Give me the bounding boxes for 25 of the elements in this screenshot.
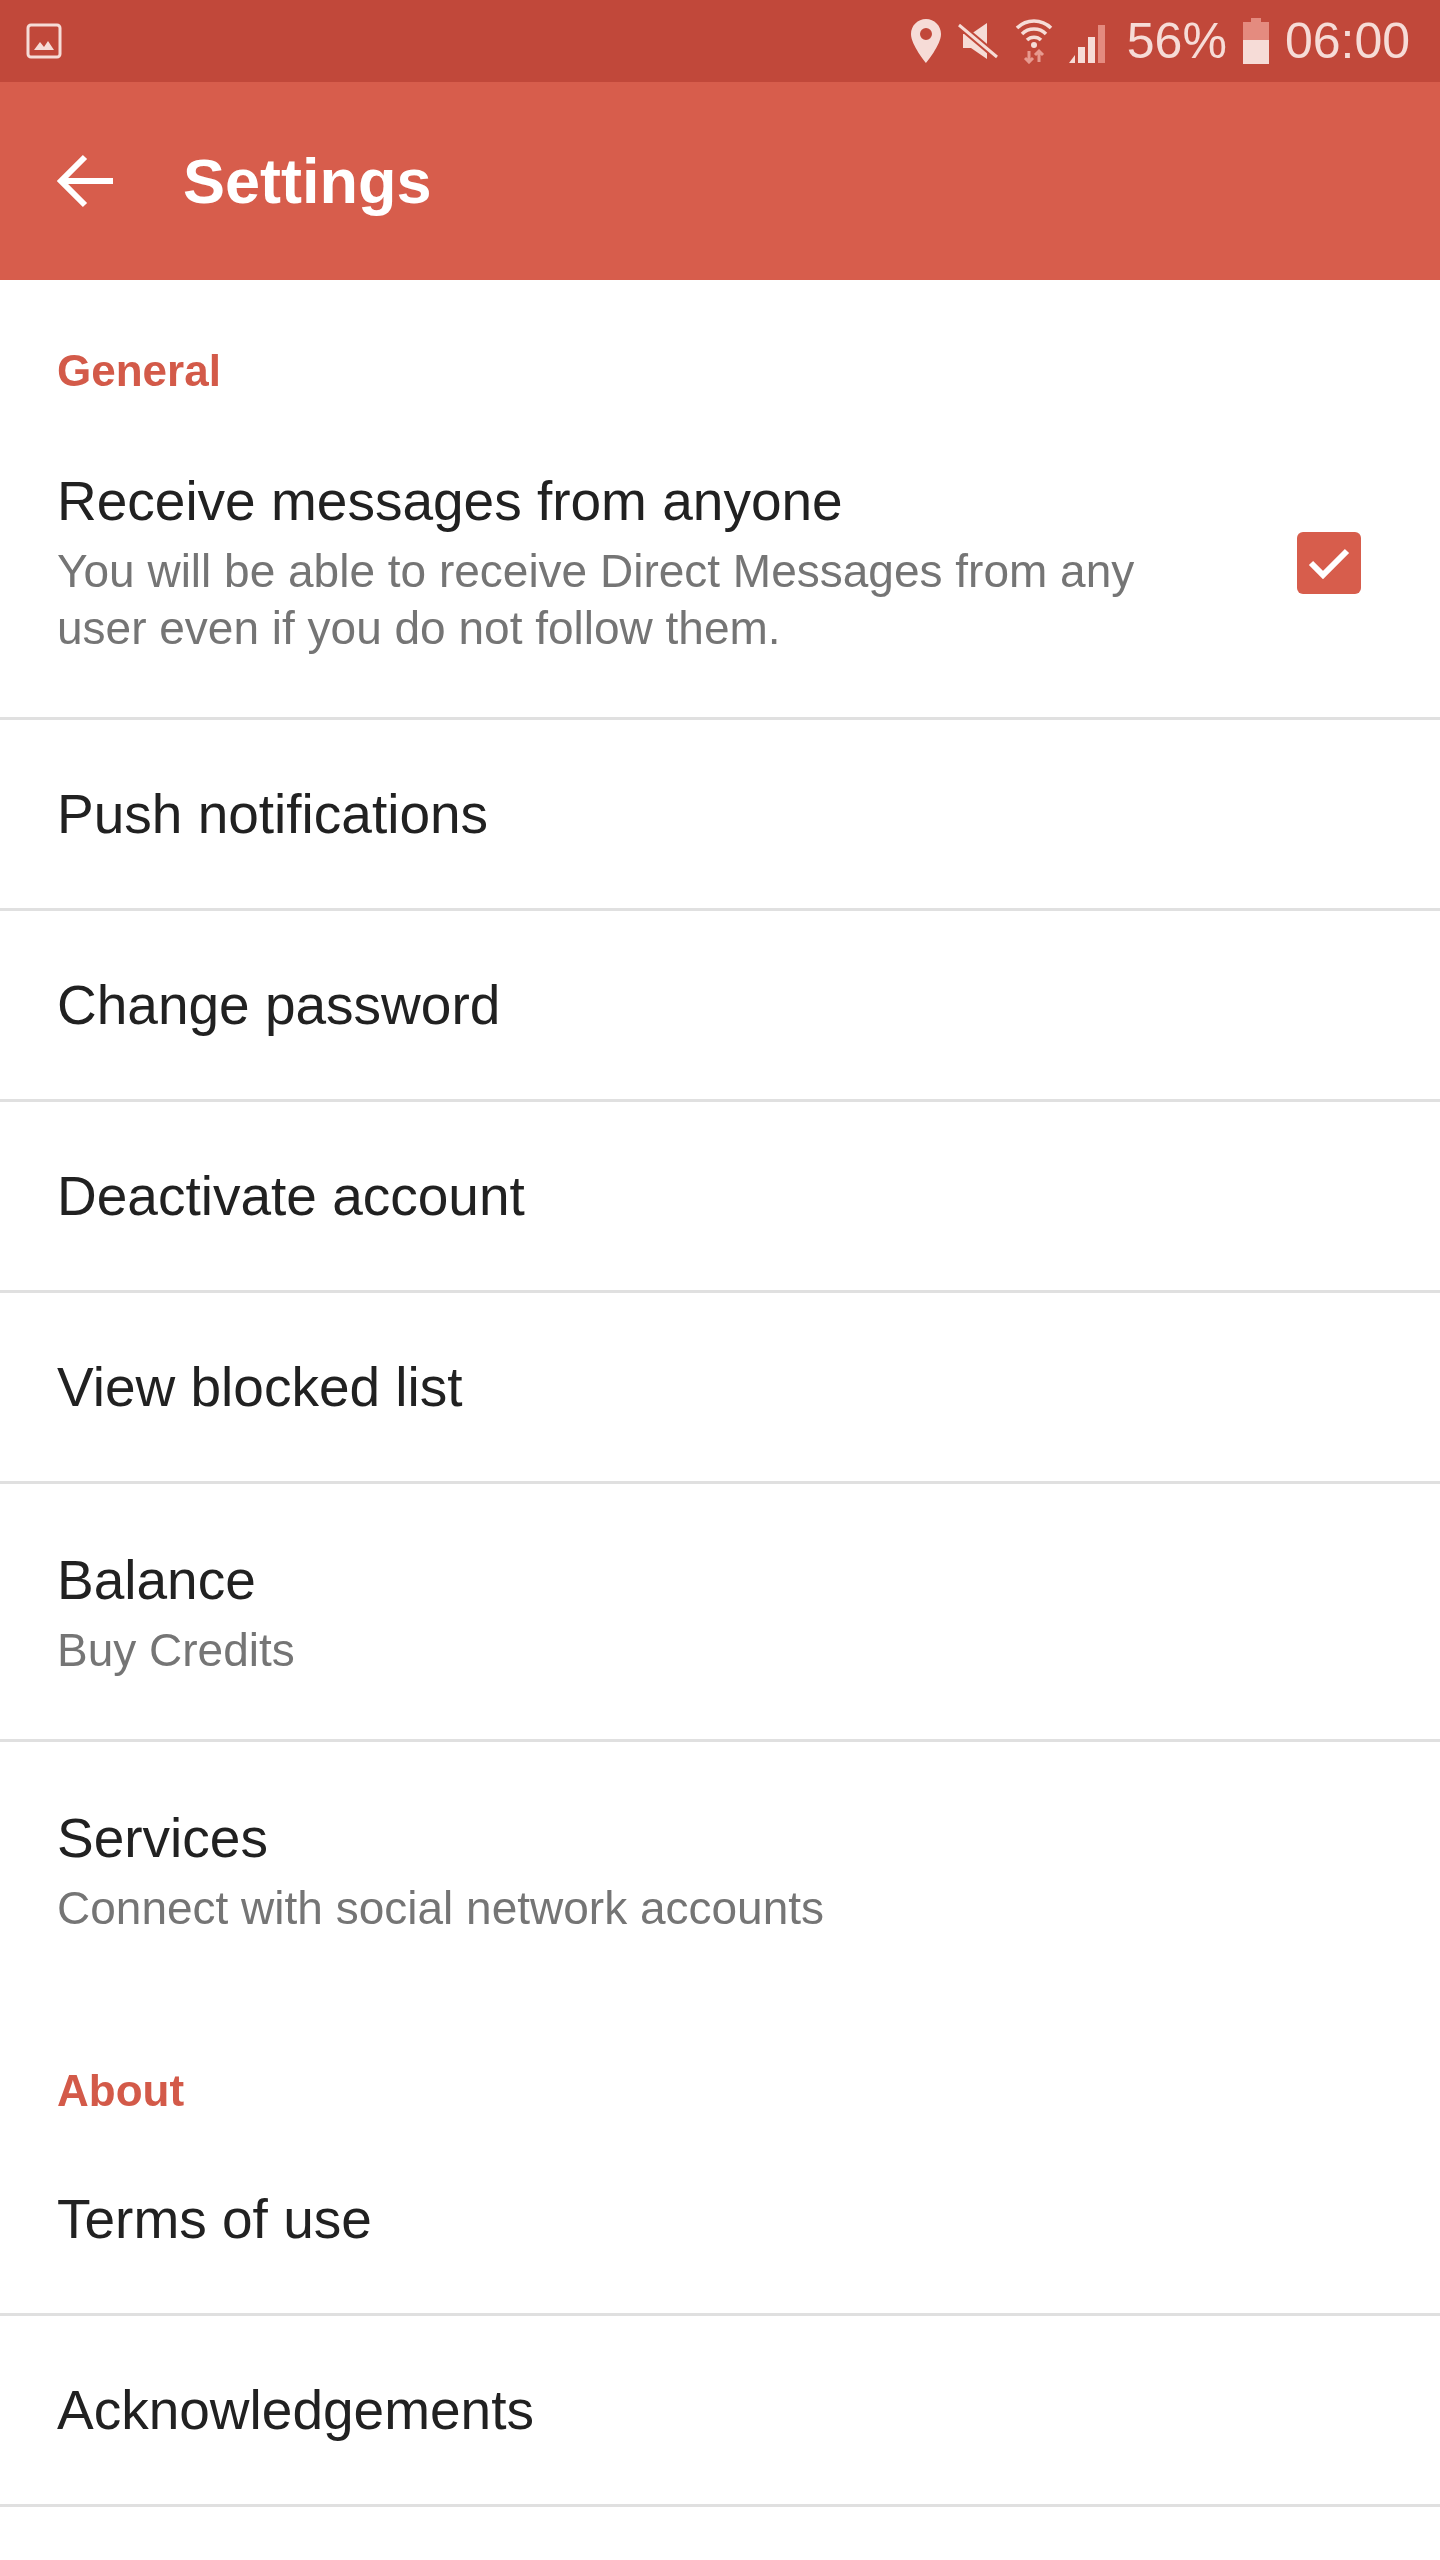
checkbox[interactable] — [1297, 532, 1361, 594]
location-pin-icon — [910, 19, 941, 63]
setting-title[interactable]: Services — [57, 1806, 268, 1870]
setting-summary: You will be able to receive Direct Messages from any user even if you do not follow them. — [57, 544, 1136, 656]
setting-title[interactable]: Acknowledgements — [57, 2378, 534, 2442]
battery-percent: 56% — [1126, 12, 1227, 70]
setting-summary: Buy Credits — [57, 1623, 295, 1678]
screen-title: Settings — [183, 145, 432, 217]
setting-title[interactable]: Push notifications — [57, 782, 489, 846]
setting-summary: Connect with social network accounts — [57, 1881, 825, 1936]
checkmark-icon — [1308, 547, 1350, 579]
setting-title[interactable]: Deactivate account — [57, 1164, 525, 1228]
setting-title[interactable]: View blocked list — [57, 1355, 463, 1419]
image-icon — [26, 23, 62, 59]
setting-title[interactable]: Receive messages from anyone — [57, 469, 843, 533]
battery-icon — [1242, 18, 1269, 64]
section-header: General — [57, 345, 221, 397]
setting-title[interactable]: Balance — [57, 1548, 256, 1612]
clock-time: 06:00 — [1284, 12, 1410, 70]
setting-title[interactable]: Change password — [57, 973, 501, 1037]
wifi-icon — [1014, 18, 1053, 64]
muted-speaker-icon — [956, 21, 999, 61]
setting-title[interactable]: Terms of use — [57, 2187, 372, 2251]
back-arrow-icon[interactable] — [57, 154, 115, 208]
section-header: About — [57, 2065, 185, 2117]
